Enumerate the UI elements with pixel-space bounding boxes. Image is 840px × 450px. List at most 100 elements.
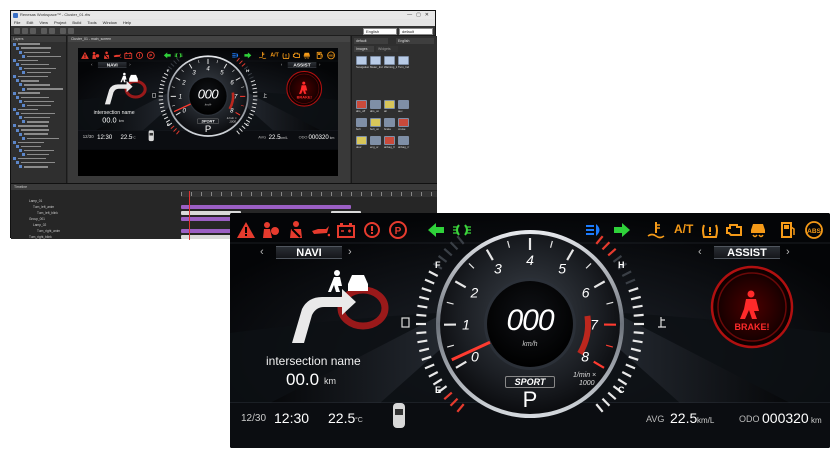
layer-icon [16, 161, 19, 165]
preview-temp-gauge-segment [236, 57, 240, 62]
build-icon[interactable] [60, 28, 66, 34]
preview-avg-label: AVG [258, 135, 267, 140]
tree-item-label [23, 133, 48, 135]
theme-select[interactable]: default [399, 27, 433, 35]
layer-icon [19, 50, 22, 54]
preview-scaler: ‹ NAVI › ‹ ASSIST › P ABS A/T 012345678 in… [78, 48, 338, 150]
layer-icon [19, 67, 22, 71]
asset-image[interactable]: airbag_fr [384, 136, 396, 151]
new-file-icon[interactable] [14, 28, 20, 34]
rpm-unit-line2: 1000 [579, 380, 595, 387]
fuel-gauge-segment [456, 235, 465, 245]
asset-folder[interactable]: Turn_Ind [398, 56, 410, 71]
asset-image[interactable]: brake [384, 118, 396, 133]
folder-icon [398, 56, 409, 65]
window-controls[interactable]: —▢✕ [407, 11, 433, 19]
asset-image[interactable]: air [384, 100, 396, 115]
menu-edit[interactable]: Edit [26, 19, 33, 26]
preview-nav-distance-unit: km [118, 118, 124, 123]
asset-language-field[interactable]: English [396, 38, 434, 44]
timeline-track[interactable]: Turn_left_anim [11, 205, 437, 210]
timeline-track[interactable]: Lamp_01 [11, 199, 437, 204]
avg-label: AVG [646, 414, 665, 424]
layer-icon [16, 46, 19, 50]
track-label: Turn_right_anim [37, 229, 61, 233]
layer-icon [22, 71, 25, 75]
asset-image[interactable]: abs_on [370, 100, 382, 115]
save-icon[interactable] [30, 28, 36, 34]
menu-window[interactable]: Window [103, 19, 117, 26]
run-icon[interactable] [68, 28, 74, 34]
asset-search-field[interactable]: default [354, 38, 388, 44]
layer-icon [16, 112, 19, 116]
fuel-empty-label: E [435, 385, 442, 395]
layer-tree-panel: Layers [11, 36, 67, 183]
tree-item-label [23, 166, 48, 168]
rpm-unit-line1: 1/min × [573, 372, 597, 379]
asset-image[interactable]: airbag_rr [398, 136, 410, 151]
temp-gauge-segment [628, 355, 639, 361]
tree-item-label [20, 162, 55, 164]
asset-folder[interactable]: Meter_Ind [370, 56, 383, 71]
gear-indicator: P [522, 387, 538, 412]
design-canvas[interactable]: Cluster_01 - main_screen ‹ NAVI › ‹ ASSI… [68, 36, 350, 183]
temp-gauge-segment [621, 270, 632, 277]
menu-tools[interactable]: Tools [87, 19, 96, 26]
layer-icon [22, 54, 25, 58]
asset-image[interactable]: aux [398, 100, 410, 115]
tab-widgets[interactable]: Widgets [376, 46, 398, 52]
preview-temp-gauge-segment [252, 102, 257, 105]
keyframe-bar[interactable] [181, 205, 351, 209]
timeline-ruler[interactable] [181, 191, 437, 197]
ruler-tick [291, 192, 292, 196]
menu-help[interactable]: Help [123, 19, 131, 26]
language-select[interactable]: English [363, 27, 397, 35]
fuel-pump-icon [401, 317, 410, 328]
menu-project[interactable]: Project [54, 19, 66, 26]
menu-view[interactable]: View [39, 19, 48, 26]
ruler-tick [221, 192, 222, 196]
undo-icon[interactable] [41, 28, 47, 34]
rpm-tick-label: 2 [470, 284, 479, 300]
asset-image[interactable]: abs_off [356, 100, 368, 115]
menu-file[interactable]: File [14, 19, 20, 26]
odo-label: ODO [739, 414, 760, 424]
tree-item-label [20, 112, 55, 115]
fuel-gauge-segment [443, 391, 453, 400]
canvas-tab[interactable]: Cluster_01 - main_screen [68, 36, 350, 42]
preview-fuel-pump-icon [152, 93, 156, 98]
asset-image[interactable]: door [356, 136, 368, 151]
preview-fuel-gauge-segment [160, 80, 166, 83]
tree-item-label [23, 67, 56, 70]
asset-image[interactable]: belt_on [370, 118, 382, 133]
preview-temp-gauge-segment [239, 128, 243, 132]
ruler-tick [321, 192, 322, 196]
asset-folder[interactable]: Navigation [356, 56, 369, 71]
layer-icon [19, 83, 22, 87]
app-logo-icon [13, 12, 18, 18]
asset-image[interactable]: eng_w [370, 136, 382, 151]
preview-car-icon [129, 74, 138, 82]
layer-icon [16, 128, 19, 132]
menu-build[interactable]: Build [72, 19, 81, 26]
ruler-tick [371, 192, 372, 196]
layer-icon [16, 95, 19, 99]
tree-item-label [26, 137, 59, 139]
asset-image[interactable]: belt [356, 118, 368, 133]
ruler-tick [271, 192, 272, 196]
asset-folder[interactable]: Warning_Ind [384, 56, 397, 71]
ruler-tick [331, 192, 332, 196]
redo-icon[interactable] [49, 28, 55, 34]
thermometer-icon [658, 317, 666, 328]
asset-image[interactable]: cruise [398, 118, 410, 133]
rpm-tick-label: 1 [462, 317, 470, 333]
timeline-playhead[interactable] [189, 191, 190, 240]
tree-item-label [17, 141, 44, 143]
open-file-icon[interactable] [22, 28, 28, 34]
layer-icon [13, 157, 16, 161]
image-thumb-icon [370, 118, 381, 127]
track-label: Group_001 [29, 217, 45, 221]
fuel-gauge-segment [419, 295, 430, 301]
tab-images[interactable]: Images [354, 46, 374, 52]
tree-item[interactable] [11, 165, 66, 169]
